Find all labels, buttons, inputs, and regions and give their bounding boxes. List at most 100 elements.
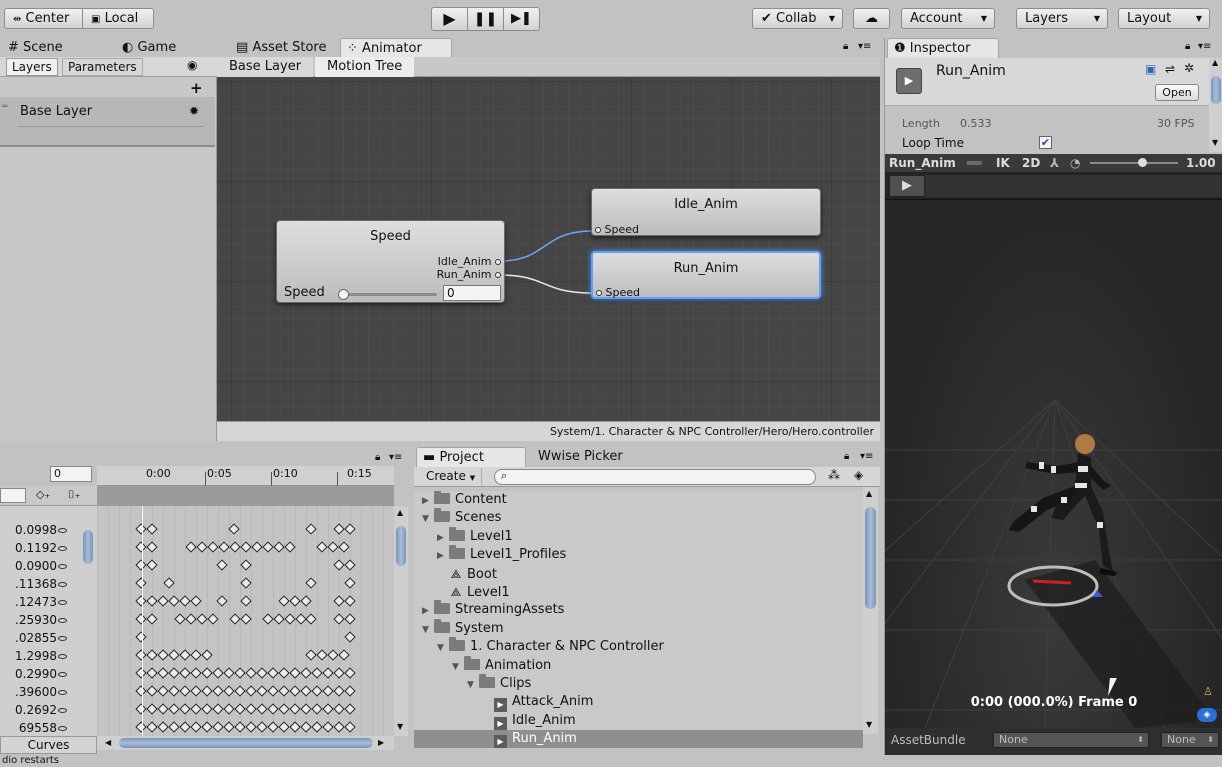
- filter-by-label-icon[interactable]: ◈: [854, 468, 863, 482]
- time-ruler[interactable]: 0:00 0:05 0:10 0:15: [97, 466, 394, 486]
- scroll-left-icon[interactable]: ◀: [105, 738, 111, 747]
- keyframe-diamond[interactable]: [300, 685, 312, 697]
- curve-toggle-icon[interactable]: [58, 618, 67, 623]
- keyframe-diamond[interactable]: [216, 559, 228, 571]
- keyframe-diamond[interactable]: [179, 703, 191, 715]
- eye-icon[interactable]: ◉: [187, 58, 197, 72]
- keyframe-diamond[interactable]: [234, 667, 246, 679]
- blend-tree-node[interactable]: Speed Idle_Anim Run_Anim Speed 0: [276, 220, 505, 303]
- keyframe-diamond[interactable]: [333, 523, 345, 535]
- keyframe-diamond[interactable]: [212, 721, 224, 733]
- keyframe-diamond[interactable]: [190, 703, 202, 715]
- blend-output-idle[interactable]: Idle_Anim: [438, 255, 501, 268]
- scroll-down-icon[interactable]: ▼: [866, 720, 872, 729]
- keyframe-diamond[interactable]: [305, 577, 317, 589]
- keyframe-diamond[interactable]: [240, 559, 252, 571]
- preview-speed-slider[interactable]: [1090, 158, 1178, 167]
- keyframe-diamond[interactable]: [305, 523, 317, 535]
- keyframe-diamond[interactable]: [273, 613, 285, 625]
- collapsed-arrow-icon[interactable]: ▶: [437, 547, 449, 565]
- account-dropdown[interactable]: Account ▼: [901, 8, 995, 29]
- keyframe-diamond[interactable]: [344, 721, 356, 733]
- keyframe-diamond[interactable]: [179, 649, 191, 661]
- keyframe-diamond[interactable]: [146, 595, 158, 607]
- keyframe-diamond[interactable]: [168, 685, 180, 697]
- frame-input[interactable]: [0, 488, 26, 503]
- keyframe-diamond[interactable]: [190, 649, 202, 661]
- keyframe-diamond[interactable]: [344, 631, 356, 643]
- keyframe-diamond[interactable]: [157, 721, 169, 733]
- keyframe-diamond[interactable]: [338, 649, 350, 661]
- keyframe-diamond[interactable]: [223, 685, 235, 697]
- keyframe-diamond[interactable]: [300, 667, 312, 679]
- gear-icon[interactable]: ✹: [189, 104, 199, 118]
- keyframe-diamond[interactable]: [289, 685, 301, 697]
- drag-handle-icon[interactable]: ═: [2, 102, 7, 112]
- keyframe-diamond[interactable]: [322, 685, 334, 697]
- keyframe-diamond[interactable]: [256, 703, 268, 715]
- keyframe-diamond[interactable]: [278, 595, 290, 607]
- keyframe-diamond[interactable]: [344, 685, 356, 697]
- keyframe-diamond[interactable]: [316, 649, 328, 661]
- keyframe-diamond[interactable]: [223, 667, 235, 679]
- keyframe-diamond[interactable]: [289, 721, 301, 733]
- panel-menu-icon[interactable]: ▾≡: [858, 41, 871, 52]
- keyframe-diamond[interactable]: [168, 667, 180, 679]
- keyframe-diamond[interactable]: [212, 685, 224, 697]
- keyframe-diamond[interactable]: [344, 595, 356, 607]
- avatar-figure-icon[interactable]: ♙: [1203, 685, 1213, 698]
- motion-input-speed[interactable]: Speed: [595, 223, 639, 236]
- animation-preview-viewport[interactable]: 0:00 (000.0%) Frame 0 ♙ ◈: [885, 200, 1222, 728]
- keyframe-diamond[interactable]: [240, 613, 252, 625]
- keyframe-diamond[interactable]: [135, 721, 147, 733]
- keyframe-diamond[interactable]: [229, 613, 241, 625]
- pivot-local-button[interactable]: ▣ Local: [82, 8, 154, 29]
- keyframe-diamond[interactable]: [344, 523, 356, 535]
- search-input[interactable]: ⌕: [494, 469, 816, 485]
- keyframe-diamond[interactable]: [135, 613, 147, 625]
- keyframe-diamond[interactable]: [240, 595, 252, 607]
- keyframe-diamond[interactable]: [216, 595, 228, 607]
- curve-toggle-icon[interactable]: [58, 546, 67, 551]
- loop-time-checkbox[interactable]: ✔: [1039, 136, 1052, 149]
- project-scrollbar[interactable]: ▲ ▼: [863, 487, 878, 734]
- keyframe-diamond[interactable]: [135, 523, 147, 535]
- keyframe-diamond[interactable]: [190, 685, 202, 697]
- motion-input-speed[interactable]: Speed: [596, 286, 640, 299]
- keyframe-diamond[interactable]: [146, 523, 158, 535]
- create-dropdown[interactable]: Create ▼: [420, 468, 483, 485]
- keyframe-diamond[interactable]: [305, 613, 317, 625]
- scroll-down-icon[interactable]: ▼: [397, 722, 403, 731]
- ik-toggle[interactable]: IK: [996, 154, 1010, 172]
- keyframe-diamond[interactable]: [135, 577, 147, 589]
- keyframe-diamond[interactable]: [185, 541, 197, 553]
- tab-wwise-picker[interactable]: Wwise Picker: [532, 447, 629, 467]
- preview-play-button[interactable]: ▶: [889, 175, 925, 197]
- lock-icon[interactable]: 🔒︎: [843, 41, 848, 52]
- add-event-icon[interactable]: ⌷₊: [68, 488, 80, 502]
- property-scrollbar[interactable]: [81, 506, 95, 736]
- curve-toggle-icon[interactable]: [58, 672, 67, 677]
- keyframe-diamond[interactable]: [179, 685, 191, 697]
- slider-thumb[interactable]: [1138, 158, 1147, 167]
- scroll-up-icon[interactable]: ▲: [866, 489, 872, 498]
- keyframe-area[interactable]: [97, 506, 394, 736]
- keyframe-diamond[interactable]: [333, 685, 345, 697]
- project-item[interactable]: ▶ StreamingAssets: [414, 600, 863, 619]
- pivot-toggle-icon[interactable]: ⅄: [1050, 154, 1059, 172]
- keyframe-diamond[interactable]: [278, 685, 290, 697]
- keyframe-diamond[interactable]: [135, 667, 147, 679]
- curve-toggle-icon[interactable]: [58, 726, 67, 731]
- subtab-layers[interactable]: Layers: [6, 58, 58, 76]
- cloud-button[interactable]: ☁: [853, 8, 890, 29]
- keyframe-diamond[interactable]: [245, 667, 257, 679]
- preset-icon[interactable]: ⇌: [1165, 62, 1175, 76]
- keyframe-diamond[interactable]: [201, 685, 213, 697]
- collapsed-arrow-icon[interactable]: ▶: [422, 492, 434, 510]
- slider-thumb[interactable]: [338, 289, 349, 300]
- curve-toggle-icon[interactable]: [58, 654, 67, 659]
- project-item[interactable]: ▼ 1. Character & NPC Controller: [414, 637, 863, 656]
- keyframe-diamond[interactable]: [289, 595, 301, 607]
- keyframe-diamond[interactable]: [256, 685, 268, 697]
- keyframe-diamond[interactable]: [201, 649, 213, 661]
